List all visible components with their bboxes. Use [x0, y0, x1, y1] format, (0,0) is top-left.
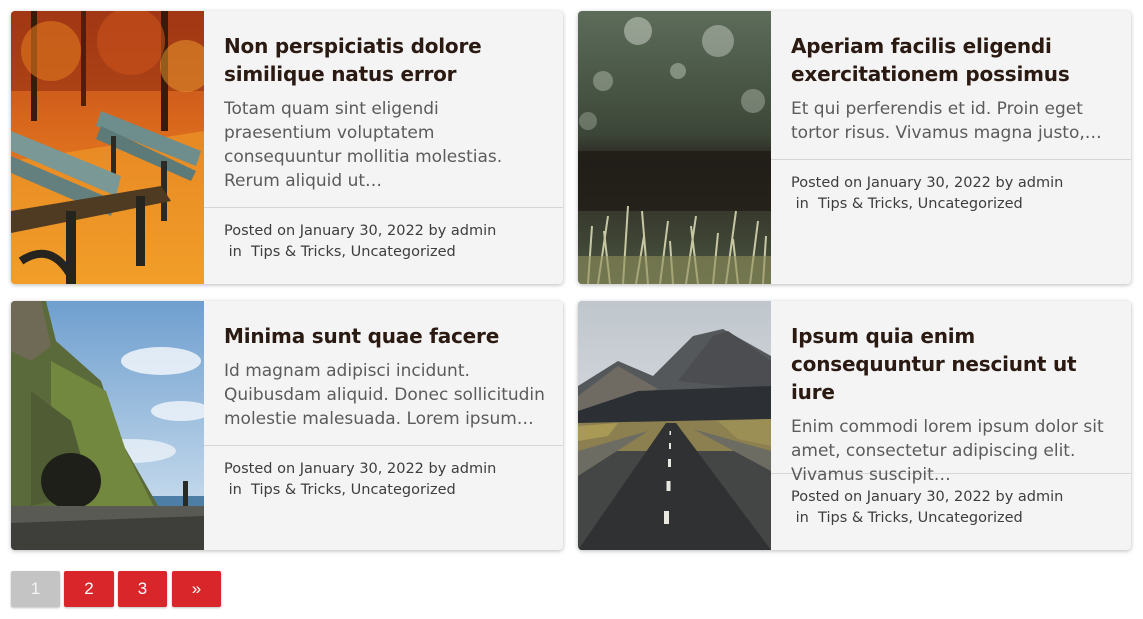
mountain-road-image: [578, 301, 771, 550]
post-excerpt: Id magnam adipisci incidunt. Quibusdam a…: [224, 361, 545, 429]
post-meta: Posted on January 30, 2022 by admin in T…: [771, 160, 1131, 215]
in-label: in: [228, 244, 242, 260]
author-link[interactable]: admin: [451, 223, 496, 239]
post-title[interactable]: Non perspiciatis dolore similique natus …: [224, 32, 549, 88]
post-body: Minima sunt quae facere Id magnam adipis…: [204, 301, 563, 550]
in-label: in: [795, 510, 809, 526]
post-date-link[interactable]: January 30, 2022: [300, 461, 424, 477]
category-link[interactable]: Tips & Tricks: [251, 244, 341, 260]
category-separator: ,: [908, 510, 914, 526]
post-body: Aperiam facilis eligendi exercitationem …: [771, 11, 1131, 284]
category-link[interactable]: Tips & Tricks: [818, 510, 908, 526]
post-card: Non perspiciatis dolore similique natus …: [11, 11, 563, 284]
post-card: Minima sunt quae facere Id magnam adipis…: [11, 301, 563, 550]
category-link[interactable]: Uncategorized: [918, 196, 1023, 212]
posted-on-label: Posted on: [224, 461, 296, 477]
coastal-cliff-image: [11, 301, 204, 550]
grass-closeup-image: [578, 11, 771, 284]
category-separator: ,: [908, 196, 914, 212]
post-title[interactable]: Aperiam facilis eligendi exercitationem …: [791, 32, 1117, 88]
post-date-link[interactable]: January 30, 2022: [867, 175, 991, 191]
author-link[interactable]: admin: [1018, 489, 1063, 505]
autumn-benches-image: [11, 11, 204, 284]
post-title[interactable]: Minima sunt quae facere: [224, 322, 549, 350]
page-link-3[interactable]: 3: [118, 571, 167, 607]
category-separator: ,: [341, 244, 347, 260]
post-title[interactable]: Ipsum quia enim consequuntur nesciunt ut…: [791, 322, 1117, 406]
by-label: by: [428, 461, 447, 477]
post-excerpt: Et qui perferendis et id. Proin eget tor…: [791, 99, 1102, 143]
post-meta: Posted on January 30, 2022 by admin in T…: [204, 446, 563, 501]
next-page-button[interactable]: »: [172, 571, 221, 607]
post-thumbnail[interactable]: [578, 11, 771, 284]
author-link[interactable]: admin: [1018, 175, 1063, 191]
post-meta: Posted on January 30, 2022 by admin in T…: [204, 208, 563, 263]
by-label: by: [995, 175, 1014, 191]
in-label: in: [795, 196, 809, 212]
category-link[interactable]: Uncategorized: [351, 482, 456, 498]
post-body: Non perspiciatis dolore similique natus …: [204, 11, 563, 284]
category-link[interactable]: Tips & Tricks: [818, 196, 908, 212]
in-label: in: [228, 482, 242, 498]
post-card: Ipsum quia enim consequuntur nesciunt ut…: [578, 301, 1131, 550]
category-link[interactable]: Tips & Tricks: [251, 482, 341, 498]
post-date-link[interactable]: January 30, 2022: [300, 223, 424, 239]
post-thumbnail[interactable]: [578, 301, 771, 550]
post-thumbnail[interactable]: [11, 301, 204, 550]
posted-on-label: Posted on: [791, 489, 863, 505]
category-separator: ,: [341, 482, 347, 498]
by-label: by: [995, 489, 1014, 505]
category-link[interactable]: Uncategorized: [351, 244, 456, 260]
post-thumbnail[interactable]: [11, 11, 204, 284]
post-date-link[interactable]: January 30, 2022: [867, 489, 991, 505]
page-link-2[interactable]: 2: [64, 571, 114, 607]
page-current: 1: [11, 571, 60, 607]
posted-on-label: Posted on: [791, 175, 863, 191]
by-label: by: [428, 223, 447, 239]
post-body: Ipsum quia enim consequuntur nesciunt ut…: [771, 301, 1131, 550]
post-excerpt: Totam quam sint eligendi praesentium vol…: [224, 99, 503, 191]
category-link[interactable]: Uncategorized: [918, 510, 1023, 526]
posted-on-label: Posted on: [224, 223, 296, 239]
author-link[interactable]: admin: [451, 461, 496, 477]
post-card: Aperiam facilis eligendi exercitationem …: [578, 11, 1131, 284]
